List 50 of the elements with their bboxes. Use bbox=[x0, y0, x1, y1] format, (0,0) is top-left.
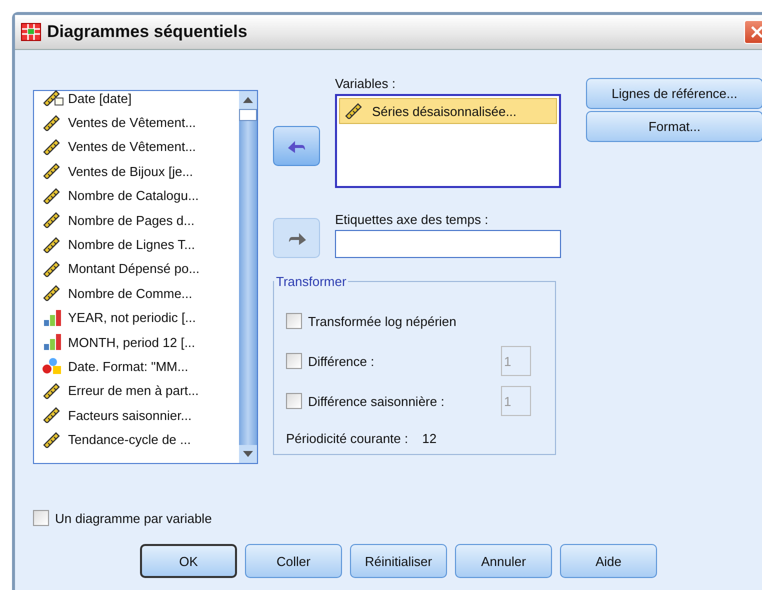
option-label: Différence saisonnière : bbox=[308, 394, 446, 408]
variable-item[interactable]: Facteurs saisonnier... bbox=[34, 403, 239, 428]
dialog-button[interactable]: Annuler bbox=[455, 544, 552, 578]
variable-item[interactable]: Ventes de Vêtement... bbox=[34, 134, 239, 160]
variable-item[interactable]: YEAR, not periodic [... bbox=[34, 306, 239, 330]
time-axis-label: Etiquettes axe des temps : bbox=[335, 212, 490, 227]
scroll-thumb[interactable] bbox=[239, 109, 257, 121]
variable-item[interactable]: Montant Dépensé po... bbox=[34, 256, 239, 282]
time-axis-field[interactable] bbox=[335, 230, 561, 258]
variable-item[interactable]: Ventes de Vêtement... bbox=[34, 110, 239, 135]
checkbox[interactable] bbox=[33, 510, 49, 526]
variable-item[interactable]: Séries désaisonnalisée... bbox=[339, 98, 557, 124]
right-arrow-icon bbox=[286, 230, 306, 246]
option-label: Un diagramme par variable bbox=[55, 510, 213, 526]
variables-list[interactable]: Séries désaisonnalisée... bbox=[335, 94, 561, 188]
periodicity-label: Périodicité courante : bbox=[286, 431, 408, 446]
option-label: Différence : bbox=[308, 354, 376, 368]
bar-chart-icon bbox=[42, 334, 64, 350]
variable-item[interactable]: Nombre de Pages d... bbox=[34, 208, 239, 232]
bar-chart-icon bbox=[42, 310, 64, 326]
variable-item[interactable]: Erreur de men à part... bbox=[34, 378, 239, 404]
dialog-button[interactable]: OK bbox=[140, 544, 237, 578]
checkbox[interactable] bbox=[286, 313, 302, 329]
close-icon bbox=[751, 26, 762, 38]
variables-label: Variables : bbox=[335, 76, 396, 91]
group-title: Transformer bbox=[275, 274, 348, 289]
variable-item[interactable]: Nombre de Comme... bbox=[34, 281, 239, 306]
side-button[interactable]: Lignes de référence... bbox=[586, 78, 762, 109]
variable-item[interactable]: Tendance-cycle de ... bbox=[34, 427, 239, 452]
variable-item[interactable]: Nombre de Lignes T... bbox=[34, 232, 239, 257]
variable-item[interactable]: Date. Format: "MM... bbox=[34, 354, 239, 379]
periodicity-value: 12 bbox=[422, 431, 437, 446]
table-icon bbox=[21, 23, 41, 41]
variable-item[interactable]: Date [date] bbox=[34, 86, 239, 110]
variable-item[interactable]: Nombre de Catalogu... bbox=[34, 184, 239, 208]
scroll-down-icon bbox=[243, 451, 253, 457]
option-label: Transformée log népérien bbox=[308, 314, 458, 328]
scrollbar[interactable] bbox=[239, 91, 257, 463]
dialog-button[interactable]: Coller bbox=[245, 544, 342, 578]
scroll-up-icon bbox=[243, 97, 253, 103]
move-button[interactable] bbox=[273, 126, 320, 166]
ruler-icon bbox=[42, 90, 64, 106]
dialog-button[interactable]: Aide bbox=[560, 544, 657, 578]
source-variable-list[interactable] bbox=[33, 90, 258, 464]
window-title: Diagrammes séquentiels bbox=[47, 22, 248, 42]
side-button[interactable]: Format... bbox=[586, 111, 762, 142]
variable-item[interactable]: MONTH, period 12 [... bbox=[34, 330, 239, 354]
variable-item[interactable]: Ventes de Bijoux [je... bbox=[34, 159, 239, 184]
shapes-icon bbox=[42, 358, 64, 374]
dialog-button[interactable]: Réinitialiser bbox=[350, 544, 447, 578]
